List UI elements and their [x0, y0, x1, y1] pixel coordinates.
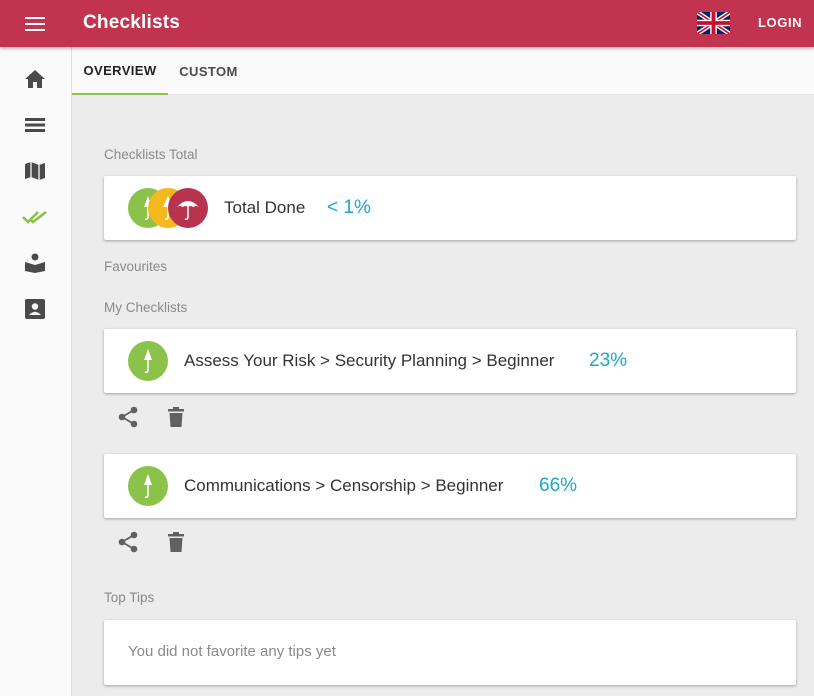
sidebar-item-map[interactable]: [22, 158, 48, 184]
top-tips-heading: Top Tips: [104, 590, 155, 605]
share-icon[interactable]: [115, 404, 141, 430]
home-icon: [25, 70, 45, 88]
list-view-icon: [25, 118, 45, 132]
app-bar: Checklists LOGIN: [0, 0, 814, 47]
checklist-path: Assess Your Risk > Security Planning > B…: [184, 351, 555, 370]
checklist-card[interactable]: Assess Your Risk > Security Planning > B…: [104, 329, 796, 393]
hamburger-menu-icon[interactable]: [20, 12, 50, 36]
page-title: Checklists: [83, 12, 181, 33]
tab-bar: OVERVIEW CUSTOM: [72, 47, 814, 95]
delete-icon[interactable]: [163, 404, 189, 430]
tips-empty-text: You did not favorite any tips yet: [128, 643, 336, 660]
tab-overview[interactable]: OVERVIEW: [72, 47, 168, 95]
checklist-percent: 23%: [589, 350, 628, 371]
umbrella-beginner-icon: [128, 341, 168, 381]
sidebar-item-profile[interactable]: [22, 296, 48, 322]
checklist-card[interactable]: Communications > Censorship > Beginner 6…: [104, 454, 796, 518]
delete-icon[interactable]: [163, 529, 189, 555]
total-done-card[interactable]: Total Done < 1%: [104, 176, 796, 240]
share-icon[interactable]: [115, 529, 141, 555]
sidebar: [0, 47, 72, 696]
login-button[interactable]: LOGIN: [758, 15, 802, 30]
tips-empty-card: You did not favorite any tips yet: [104, 620, 796, 685]
uk-flag-icon[interactable]: [695, 10, 732, 36]
umbrella-beginner-icon: [128, 466, 168, 506]
contact-card-icon: [25, 299, 45, 319]
umbrella-advanced-icon: [168, 188, 208, 228]
double-check-icon: [22, 210, 47, 224]
sidebar-item-home[interactable]: [22, 66, 48, 92]
checklist-path: Communications > Censorship > Beginner: [184, 476, 504, 495]
map-icon: [25, 162, 45, 180]
sidebar-item-checklists[interactable]: [22, 204, 48, 230]
favourites-heading: Favourites: [104, 259, 168, 274]
sidebar-item-lessons[interactable]: [22, 250, 48, 276]
sidebar-item-list[interactable]: [22, 112, 48, 138]
total-done-label: Total Done: [224, 198, 306, 217]
checklist-percent: 66%: [539, 475, 578, 496]
tab-custom[interactable]: CUSTOM: [168, 47, 249, 95]
total-done-percent: < 1%: [327, 197, 371, 218]
reader-icon: [25, 253, 45, 273]
my-checklists-heading: My Checklists: [104, 300, 188, 315]
checklists-total-heading: Checklists Total: [104, 147, 198, 162]
